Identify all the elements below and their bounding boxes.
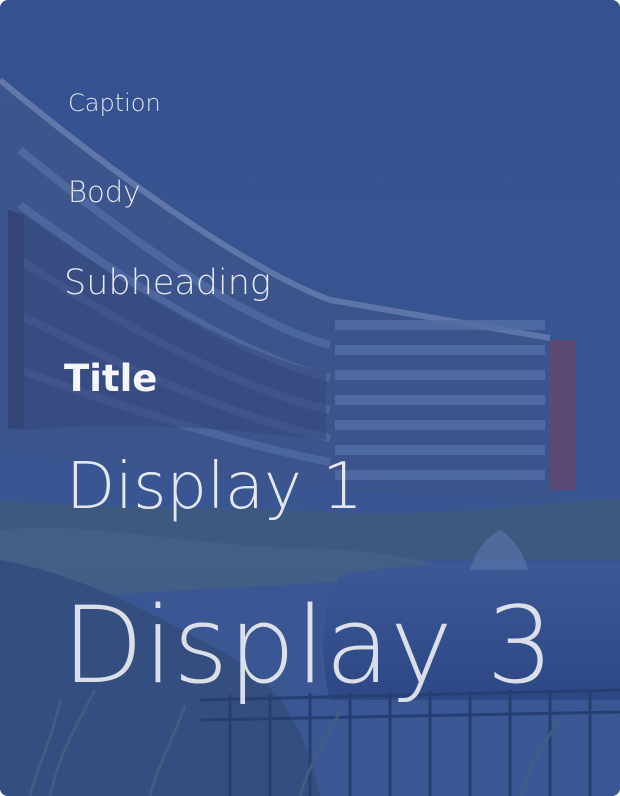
caption-text: Caption bbox=[68, 89, 161, 117]
body-text: Body bbox=[68, 175, 141, 209]
title-text: Title bbox=[64, 357, 158, 400]
subheading-text: Subheading bbox=[64, 263, 271, 303]
display-3-text: Display 3 bbox=[62, 584, 554, 707]
typography-card: Caption Body Subheading Title Display 1 … bbox=[0, 0, 620, 796]
type-ramp: Caption Body Subheading Title Display 1 … bbox=[0, 0, 620, 796]
display-1-text: Display 1 bbox=[66, 450, 363, 524]
